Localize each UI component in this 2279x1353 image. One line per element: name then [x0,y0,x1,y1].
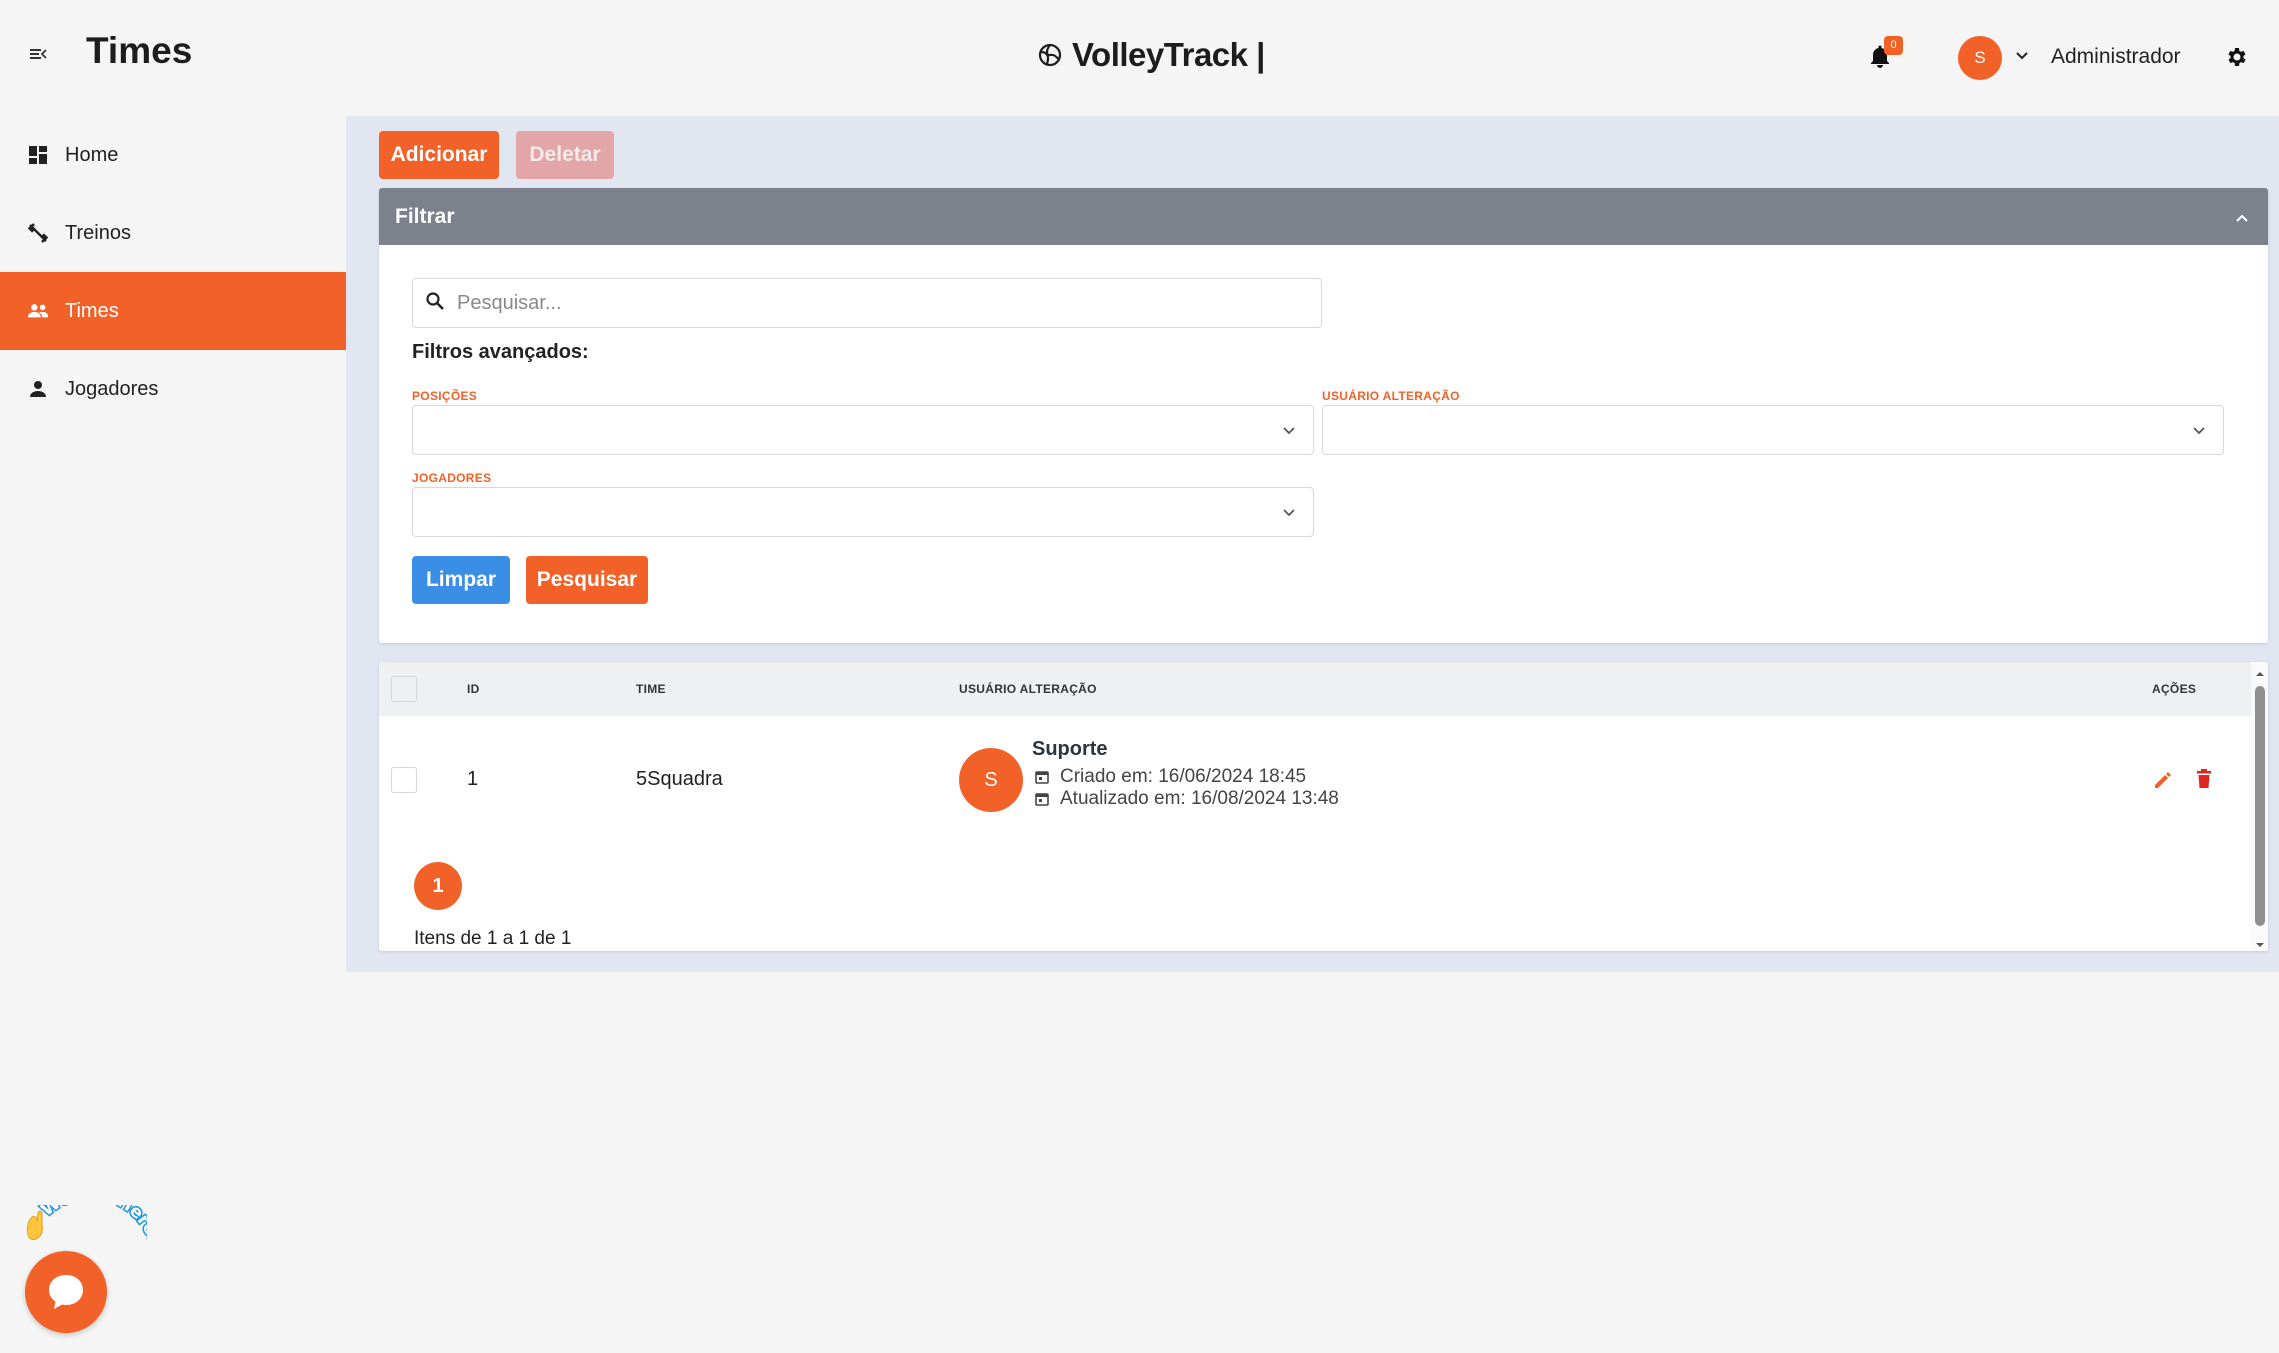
column-team[interactable]: TIME [636,682,666,696]
chat-icon [49,1275,83,1309]
scroll-down-icon[interactable] [2255,937,2265,947]
brand-logo: VolleyTrack | [1038,36,1265,74]
group-icon [27,300,49,322]
gear-icon[interactable] [2225,45,2249,74]
user-change-label: USUÁRIO ALTERAÇÃO [1322,389,1460,403]
page-title: Times [86,30,193,71]
players-select[interactable] [412,487,1314,537]
delete-button[interactable]: Deletar [516,131,614,179]
row-user-name: Suporte [1032,738,1108,760]
clear-button[interactable]: Limpar [412,556,510,604]
avatar: S [959,748,1023,812]
scroll-up-icon[interactable] [2255,666,2265,676]
menu-toggle-icon[interactable] [28,44,54,70]
positions-label: POSIÇÕES [412,389,478,403]
user-change-select[interactable] [1322,405,2224,455]
positions-select[interactable] [412,405,1314,455]
column-user-change[interactable]: USUÁRIO ALTERAÇÃO [959,682,1097,696]
table-header: ID TIME USUÁRIO ALTERAÇÃO AÇÕES [379,662,2251,716]
person-icon [27,378,49,400]
row-checkbox[interactable] [391,767,417,793]
filter-panel: Filtrar Filtros avançados: POSIÇÕES USUÁ… [379,188,2268,643]
search-field[interactable] [412,278,1322,328]
row-created: Criado em: 16/06/2024 18:45 [1034,766,1306,788]
scroll-thumb[interactable] [2255,686,2265,926]
user-name[interactable]: Administrador [2051,45,2181,69]
row-updated-text: Atualizado em: 16/08/2024 13:48 [1060,788,1339,809]
sidebar-item-label: Jogadores [65,377,159,400]
waving-hand-icon [27,1210,43,1240]
row-team: 5Squadra [636,768,723,790]
chevron-down-icon[interactable] [2014,48,2030,69]
edit-icon[interactable] [2152,769,2174,796]
calendar-icon [1035,793,1049,806]
sidebar-item-times[interactable]: Times [0,272,346,350]
chevron-down-icon [1281,505,1297,526]
calendar-icon [1035,771,1049,784]
row-created-text: Criado em: 16/06/2024 18:45 [1060,766,1307,787]
sidebar-item-label: Times [65,299,119,322]
chat-button[interactable] [25,1251,107,1333]
pagination-page-1[interactable]: 1 [414,862,462,910]
scrollbar[interactable] [2251,662,2268,951]
sidebar-item-treinos[interactable]: Treinos [0,194,346,272]
filter-title: Filtrar [395,204,455,228]
chevron-up-icon[interactable] [2234,208,2250,232]
chat-widget-text: We Are Here! [36,1205,147,1247]
row-id: 1 [467,768,479,790]
dashboard-icon [27,144,49,166]
add-button[interactable]: Adicionar [379,131,499,179]
fitness-icon [27,222,49,244]
notification-badge: 0 [1884,36,1903,55]
svg-text:We Are Here!: We Are Here! [38,1205,147,1246]
chevron-down-icon [2191,423,2207,444]
column-actions: AÇÕES [2152,682,2197,696]
delete-icon[interactable] [2194,768,2214,795]
sidebar-item-jogadores[interactable]: Jogadores [0,350,346,428]
sidebar-item-label: Treinos [65,221,131,244]
search-input[interactable] [457,291,1297,315]
advanced-filters-label: Filtros avançados: [412,341,589,363]
search-icon [425,291,445,316]
top-bar: Times VolleyTrack | 0 S Administrador [0,0,2279,116]
avatar[interactable]: S [1958,36,2002,80]
search-button[interactable]: Pesquisar [526,556,648,604]
chat-widget[interactable]: We Are Here! [22,1205,147,1335]
brand-name: VolleyTrack | [1072,36,1265,73]
row-updated: Atualizado em: 16/08/2024 13:48 [1034,788,1339,810]
main-content: Adicionar Deletar Filtrar Filtros avança… [346,116,2279,972]
volleyball-icon [1038,43,1062,67]
chevron-down-icon [1281,423,1297,444]
select-all-checkbox[interactable] [391,676,417,702]
teams-table: ID TIME USUÁRIO ALTERAÇÃO AÇÕES 1 5Squad… [379,662,2268,951]
players-label: JOGADORES [412,471,492,485]
sidebar-item-home[interactable]: Home [0,116,346,194]
sidebar: Home Treinos Times Jogadores [0,116,346,1353]
filter-header[interactable]: Filtrar [379,188,2268,245]
sidebar-item-label: Home [65,143,119,166]
column-id[interactable]: ID [467,682,480,696]
items-info: Itens de 1 a 1 de 1 [414,928,572,949]
